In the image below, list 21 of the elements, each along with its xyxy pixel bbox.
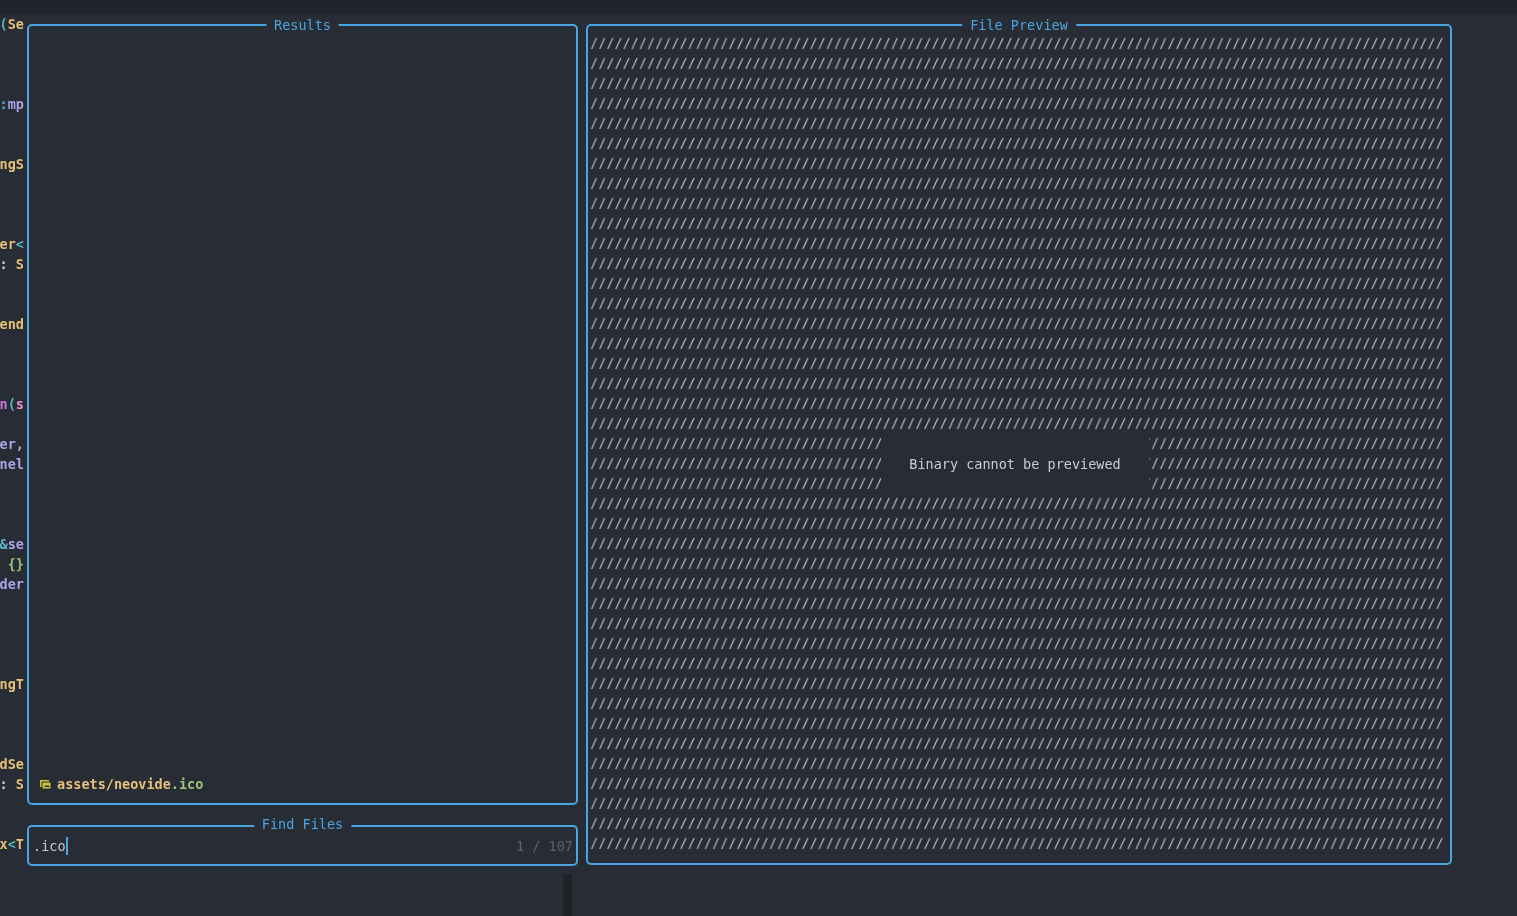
code-fragment: der [0,575,24,594]
image-file-icon [40,779,51,789]
code-fragment: ngS [0,155,24,174]
code-fragment: n(s [0,395,24,414]
code-fragment: :mp [0,95,24,114]
code-fragment: {} [7,555,24,574]
code-fragment: end [0,315,24,334]
code-fragment: nel [0,455,24,474]
text-cursor [65,836,68,855]
code-fragment: er, [0,435,24,454]
code-fragment: &se [0,535,24,554]
code-fragment: er< [0,235,24,254]
code-fragment: ngT [0,675,24,694]
code-fragment: : S [0,775,24,794]
code-fragment: (Se [0,15,24,34]
code-fragment: x<T [0,835,24,854]
result-item[interactable]: assets/neovide.ico [57,776,204,792]
search-text: .ico [33,837,66,854]
code-fragment: : S [0,255,24,274]
code-fragment: dSe [0,755,24,774]
result-counter: 1 / 107 [516,837,573,854]
